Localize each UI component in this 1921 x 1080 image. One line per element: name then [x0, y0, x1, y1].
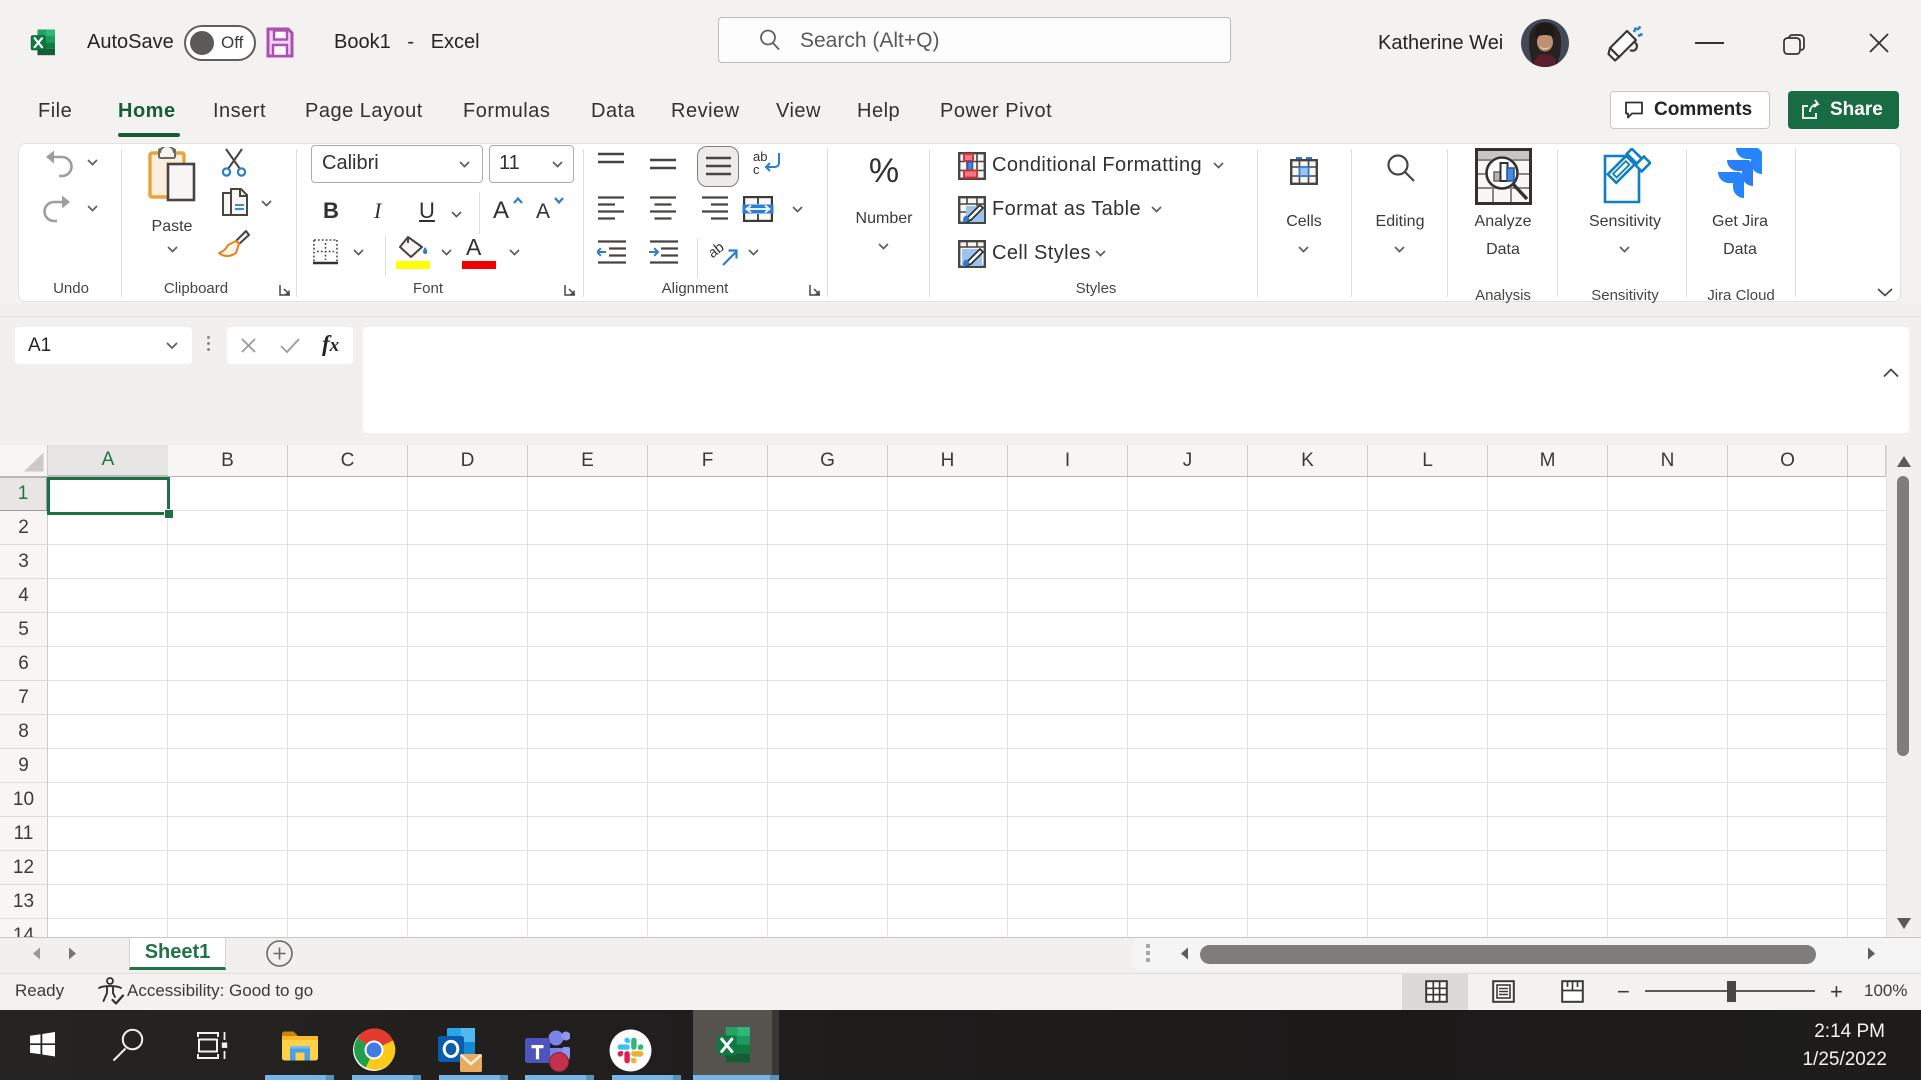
svg-text:ab: ab	[710, 239, 728, 262]
svg-text:c: c	[753, 162, 760, 177]
